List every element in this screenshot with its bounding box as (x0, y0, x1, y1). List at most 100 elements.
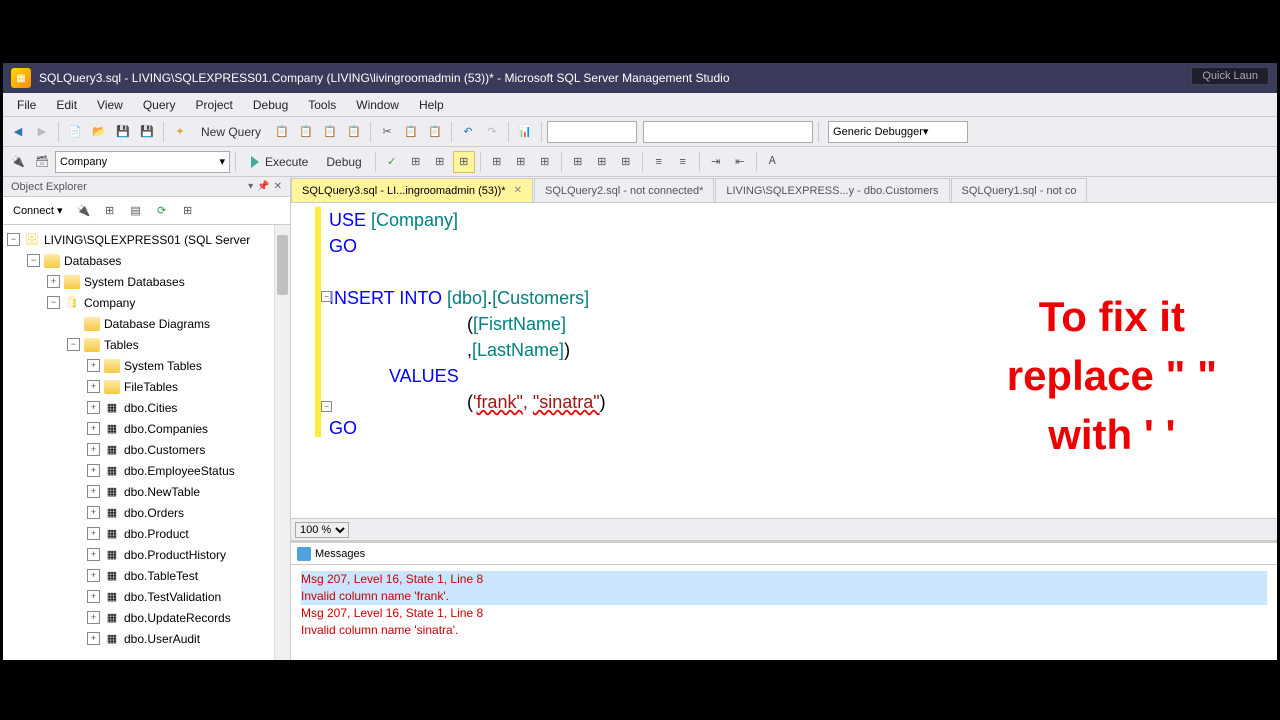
tree-company[interactable]: Company (84, 296, 135, 310)
dmx-query-icon[interactable]: 📋 (319, 121, 341, 143)
open-icon[interactable]: 📂 (88, 121, 110, 143)
tree-tables[interactable]: Tables (104, 338, 139, 352)
results-text-icon[interactable]: ⊞ (567, 151, 589, 173)
autohide-icon[interactable]: 📌 (257, 181, 269, 192)
pin-icon[interactable]: ▾ (248, 181, 253, 192)
quick-launch-input[interactable]: Quick Laun (1191, 67, 1269, 85)
sqlcmd-icon[interactable]: ⊞ (534, 151, 556, 173)
table-row[interactable]: dbo.Product (124, 527, 189, 541)
annotation-overlay: To fix it replace " " with ' ' (1007, 288, 1217, 464)
search-icon[interactable]: ⊞ (177, 200, 199, 222)
table-row[interactable]: dbo.Orders (124, 506, 184, 520)
table-row[interactable]: dbo.UpdateRecords (124, 611, 231, 625)
menu-edit[interactable]: Edit (46, 94, 87, 116)
nav-back-icon[interactable]: ◀ (7, 121, 29, 143)
paste-icon[interactable]: 📋 (424, 121, 446, 143)
menu-view[interactable]: View (87, 94, 133, 116)
refresh-icon[interactable]: ⟳ (151, 200, 173, 222)
connect-button[interactable]: Connect ▾ (7, 202, 69, 219)
new-query-icon[interactable]: ✦ (169, 121, 191, 143)
menu-help[interactable]: Help (409, 94, 454, 116)
save-icon[interactable]: 💾 (112, 121, 134, 143)
solution-platform-dropdown[interactable] (643, 121, 813, 143)
messages-content[interactable]: Msg 207, Level 16, State 1, Line 8 Inval… (291, 565, 1277, 660)
tree-diagrams[interactable]: Database Diagrams (104, 317, 210, 331)
tree-systables[interactable]: System Tables (124, 359, 202, 373)
available-db-icon[interactable]: 🗃 (31, 151, 53, 173)
tree-server[interactable]: LIVING\SQLEXPRESS01 (SQL Server (44, 233, 250, 247)
menu-window[interactable]: Window (346, 94, 409, 116)
activity-monitor-icon[interactable]: 📊 (514, 121, 536, 143)
toolbar-standard: ◀ ▶ 📄 📂 💾 💾 ✦ New Query 📋 📋 📋 📋 ✂ 📋 📋 ↶ … (3, 117, 1277, 147)
table-row[interactable]: dbo.ProductHistory (124, 548, 226, 562)
nav-fwd-icon[interactable]: ▶ (31, 121, 53, 143)
menu-file[interactable]: File (7, 94, 46, 116)
zoom-bar: 100 % (291, 518, 1277, 540)
new-project-icon[interactable]: 📄 (64, 121, 86, 143)
new-query-button[interactable]: New Query (193, 121, 269, 143)
tree-databases[interactable]: Databases (64, 254, 121, 268)
copy-icon[interactable]: 📋 (400, 121, 422, 143)
cut-icon[interactable]: ✂ (376, 121, 398, 143)
include-plan-icon[interactable]: ⊞ (486, 151, 508, 173)
debugger-dropdown[interactable]: Generic Debugger ▾ (828, 121, 968, 143)
app-logo-icon: ▦ (11, 68, 31, 88)
menu-bar: File Edit View Query Project Debug Tools… (3, 93, 1277, 117)
uncomment-icon[interactable]: ≡ (672, 151, 694, 173)
results-pane: Messages Msg 207, Level 16, State 1, Lin… (291, 540, 1277, 660)
specify-values-icon[interactable]: Ꭺ (762, 151, 784, 173)
database-dropdown[interactable]: Company▾ (55, 151, 230, 173)
close-panel-icon[interactable]: ✕ (274, 181, 282, 192)
tree-sysdb[interactable]: System Databases (84, 275, 185, 289)
table-row[interactable]: dbo.UserAudit (124, 632, 200, 646)
include-stats-icon[interactable]: ⊞ (510, 151, 532, 173)
redo-icon[interactable]: ↷ (481, 121, 503, 143)
tab-sqlquery2[interactable]: SQLQuery2.sql - not connected* (534, 178, 714, 202)
xmla-query-icon[interactable]: 📋 (343, 121, 365, 143)
save-all-icon[interactable]: 💾 (136, 121, 158, 143)
tree-scrollbar[interactable] (274, 225, 290, 660)
object-tree[interactable]: −🗄LIVING\SQLEXPRESS01 (SQL Server −Datab… (3, 225, 290, 660)
change-connection-icon[interactable]: 🔌 (7, 151, 29, 173)
solution-config-dropdown[interactable] (547, 121, 637, 143)
query-options-icon[interactable]: ⊞ (429, 151, 451, 173)
menu-query[interactable]: Query (133, 94, 186, 116)
close-icon[interactable]: ✕ (514, 185, 522, 196)
execute-button[interactable]: Execute (241, 151, 316, 173)
messages-tab[interactable]: Messages (291, 543, 1277, 565)
table-row[interactable]: dbo.Customers (124, 443, 205, 457)
results-file-icon[interactable]: ⊞ (615, 151, 637, 173)
stop-icon[interactable]: ⊞ (99, 200, 121, 222)
code-editor[interactable]: − − USE [Company] GO INSERT INTO [dbo].[… (291, 203, 1277, 660)
table-row[interactable]: dbo.TableTest (124, 569, 198, 583)
mdx-query-icon[interactable]: 📋 (295, 121, 317, 143)
document-tabs: SQLQuery3.sql - LI...ingroomadmin (53))*… (291, 177, 1277, 203)
results-grid-icon[interactable]: ⊞ (591, 151, 613, 173)
intellisense-icon[interactable]: ⊞ (453, 151, 475, 173)
parse-icon[interactable]: ✓ (381, 151, 403, 173)
table-row[interactable]: dbo.NewTable (124, 485, 200, 499)
menu-project[interactable]: Project (186, 94, 243, 116)
table-row[interactable]: dbo.TestValidation (124, 590, 221, 604)
zoom-dropdown[interactable]: 100 % (295, 522, 349, 538)
debug-button[interactable]: Debug (318, 151, 369, 173)
tab-sqlquery3[interactable]: SQLQuery3.sql - LI...ingroomadmin (53))*… (291, 178, 533, 202)
indent-icon[interactable]: ⇥ (705, 151, 727, 173)
outdent-icon[interactable]: ⇤ (729, 151, 751, 173)
tab-customers[interactable]: LIVING\SQLEXPRESS...y - dbo.Customers (715, 178, 949, 202)
table-row[interactable]: dbo.Cities (124, 401, 177, 415)
menu-tools[interactable]: Tools (298, 94, 346, 116)
menu-debug[interactable]: Debug (243, 94, 298, 116)
db-engine-query-icon[interactable]: 📋 (271, 121, 293, 143)
undo-icon[interactable]: ↶ (457, 121, 479, 143)
object-explorer-panel: Object Explorer ▾📌✕ Connect ▾ 🔌 ⊞ ▤ ⟳ ⊞ … (3, 177, 291, 660)
table-row[interactable]: dbo.Companies (124, 422, 208, 436)
tab-sqlquery1[interactable]: SQLQuery1.sql - not co (951, 178, 1088, 202)
filter-icon[interactable]: ▤ (125, 200, 147, 222)
disconnect-icon[interactable]: 🔌 (73, 200, 95, 222)
tree-filetables[interactable]: FileTables (124, 380, 178, 394)
display-plan-icon[interactable]: ⊞ (405, 151, 427, 173)
object-explorer-toolbar: Connect ▾ 🔌 ⊞ ▤ ⟳ ⊞ (3, 197, 290, 225)
table-row[interactable]: dbo.EmployeeStatus (124, 464, 235, 478)
comment-icon[interactable]: ≡ (648, 151, 670, 173)
